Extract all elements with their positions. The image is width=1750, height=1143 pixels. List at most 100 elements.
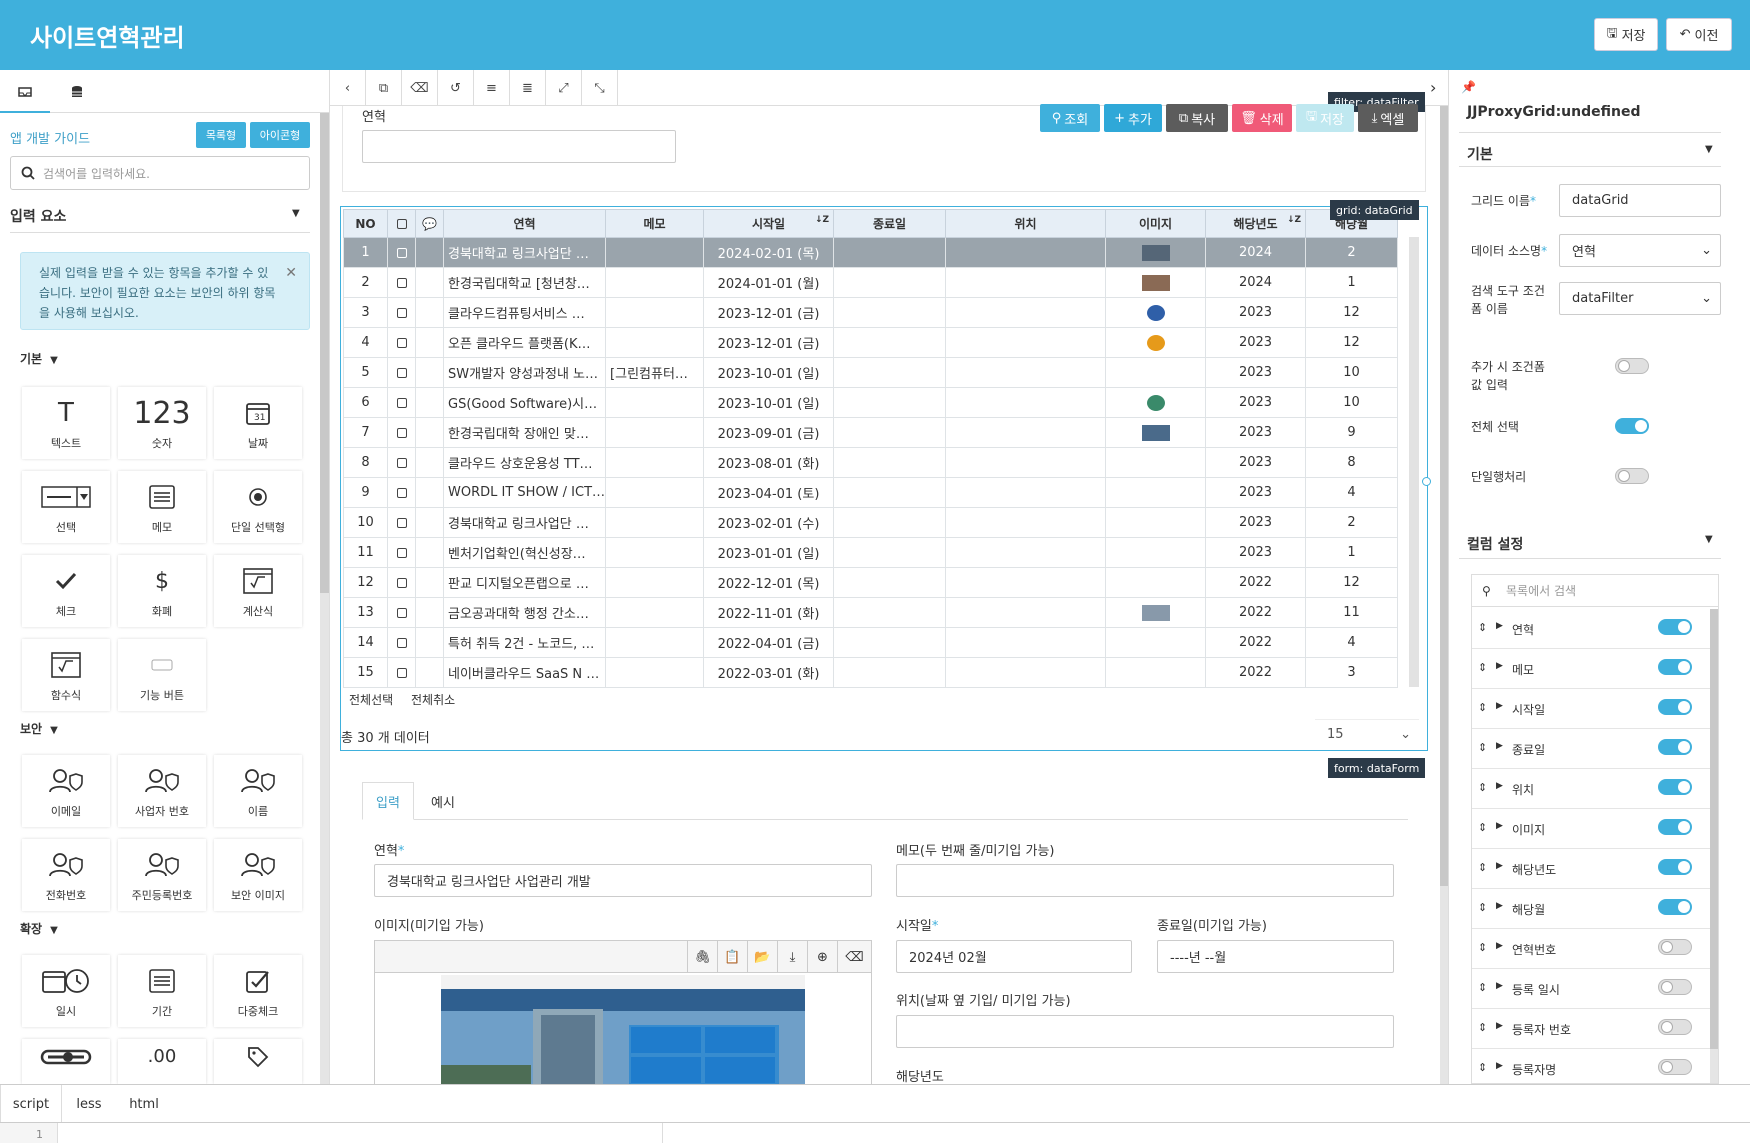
- tile-currency[interactable]: $ 화폐: [118, 555, 206, 627]
- cell-start[interactable]: 2022-11-01 (화): [703, 597, 835, 628]
- cell-image[interactable]: [1105, 297, 1207, 328]
- checkbox[interactable]: [396, 457, 407, 468]
- cell-history[interactable]: 한경국립대학교 [청년창…: [442, 267, 607, 298]
- align-left-icon[interactable]: ≡: [474, 70, 510, 106]
- cell-year[interactable]: 2023: [1205, 297, 1307, 328]
- cell-start[interactable]: 2024-01-01 (월): [703, 267, 835, 298]
- cell-location[interactable]: [945, 597, 1107, 628]
- sort-icon[interactable]: ↓Z: [815, 215, 829, 225]
- compress-icon[interactable]: ⤡: [582, 70, 618, 106]
- cell-memo[interactable]: [그린컴퓨터…: [605, 357, 705, 388]
- cell-comment[interactable]: [415, 657, 444, 688]
- cell-location[interactable]: [945, 387, 1107, 418]
- cell-memo[interactable]: [605, 627, 705, 658]
- checkbox[interactable]: [396, 367, 407, 378]
- cell-comment[interactable]: [415, 477, 444, 508]
- cell-history[interactable]: 판교 디지털오픈랩으로 …: [442, 567, 607, 598]
- column-item[interactable]: ⇕ ▶ 종료일: [1472, 729, 1712, 769]
- column-item[interactable]: ⇕ ▶ 해당년도: [1472, 849, 1712, 889]
- cell-history[interactable]: 경북대학교 링크사업단 …: [442, 507, 607, 538]
- cell-start[interactable]: 2023-10-01 (일): [703, 387, 835, 418]
- cell-year[interactable]: 2023: [1205, 477, 1307, 508]
- cell-no[interactable]: 14: [343, 627, 388, 658]
- cell-check[interactable]: [387, 477, 416, 508]
- col-header-history[interactable]: 연혁: [442, 209, 607, 238]
- cell-start[interactable]: 2022-04-01 (금): [703, 627, 835, 658]
- cell-start[interactable]: 2023-12-01 (금): [703, 327, 835, 358]
- drag-handle-icon[interactable]: ⇕: [1478, 741, 1487, 754]
- cell-location[interactable]: [945, 267, 1107, 298]
- checkbox[interactable]: [396, 577, 407, 588]
- checkbox[interactable]: [396, 487, 407, 498]
- caret-right-icon[interactable]: ▶: [1496, 981, 1503, 991]
- cell-history[interactable]: GS(Good Software)시…: [442, 387, 607, 418]
- col-header-image[interactable]: 이미지: [1105, 209, 1207, 238]
- cell-history[interactable]: 오픈 클라우드 플랫폼(K…: [442, 327, 607, 358]
- column-visible-toggle[interactable]: [1658, 939, 1692, 955]
- cell-check[interactable]: [387, 387, 416, 418]
- cell-comment[interactable]: [415, 237, 444, 268]
- column-item[interactable]: ⇕ ▶ 시작일: [1472, 689, 1712, 729]
- cell-no[interactable]: 7: [343, 417, 388, 448]
- tab-less[interactable]: less: [62, 1085, 116, 1123]
- cell-end[interactable]: [833, 267, 947, 298]
- cell-memo[interactable]: [605, 417, 705, 448]
- column-item[interactable]: ⇕ ▶ 메모: [1472, 649, 1712, 689]
- table-row[interactable]: 10 경북대학교 링크사업단 … 2023-02-01 (수) 2023 2: [343, 507, 1399, 538]
- cell-no[interactable]: 13: [343, 597, 388, 628]
- cell-memo[interactable]: [605, 507, 705, 538]
- cell-start[interactable]: 2023-09-01 (금): [703, 417, 835, 448]
- eraser-icon[interactable]: ⌫: [837, 941, 871, 973]
- location-input[interactable]: [896, 1015, 1394, 1048]
- checkbox[interactable]: [396, 517, 407, 528]
- cell-check[interactable]: [387, 237, 416, 268]
- cell-month[interactable]: 1: [1305, 537, 1399, 568]
- cell-history[interactable]: 한경국립대학 장애인 맞…: [442, 417, 607, 448]
- cell-year[interactable]: 2023: [1205, 537, 1307, 568]
- cell-check[interactable]: [387, 357, 416, 388]
- column-visible-toggle[interactable]: [1658, 779, 1692, 795]
- col-header-start[interactable]: 시작일 ↓Z: [703, 209, 835, 238]
- cell-history[interactable]: 클라우드 상호운용성 TT…: [442, 447, 607, 478]
- column-visible-toggle[interactable]: [1658, 899, 1692, 915]
- pin-icon[interactable]: 📌: [1461, 80, 1476, 94]
- cell-image[interactable]: [1105, 597, 1207, 628]
- icon-view-button[interactable]: 아이콘형: [250, 122, 310, 148]
- table-row[interactable]: 13 금오공과대학 행정 간소… 2022-11-01 (화) 2022 11: [343, 597, 1399, 628]
- cell-image[interactable]: [1105, 267, 1207, 298]
- cell-comment[interactable]: [415, 567, 444, 598]
- table-row[interactable]: 8 클라우드 상호운용성 TT… 2023-08-01 (화) 2023 8: [343, 447, 1399, 478]
- grid-save-button[interactable]: 🖫 저장: [1296, 104, 1354, 132]
- zoom-in-icon[interactable]: ⊕: [807, 941, 837, 973]
- cell-image[interactable]: [1105, 537, 1207, 568]
- cell-history[interactable]: 특허 취득 2건 - 노코드, …: [442, 627, 607, 658]
- col-header-no[interactable]: NO: [343, 209, 388, 238]
- cell-month[interactable]: 2: [1305, 237, 1399, 268]
- tile-radio[interactable]: 단일 선택형: [214, 471, 302, 543]
- cell-history[interactable]: 클라우드컴퓨팅서비스 …: [442, 297, 607, 328]
- single-row-toggle[interactable]: [1615, 468, 1649, 484]
- table-row[interactable]: 3 클라우드컴퓨팅서비스 … 2023-12-01 (금) 2023 12: [343, 297, 1399, 328]
- align-right-icon[interactable]: ≣: [510, 70, 546, 106]
- cell-month[interactable]: 12: [1305, 567, 1399, 598]
- col-header-year[interactable]: 해당년도 ↓Z: [1205, 209, 1307, 238]
- cell-location[interactable]: [945, 657, 1107, 688]
- tile-memo[interactable]: 메모: [118, 471, 206, 543]
- cell-image[interactable]: [1105, 657, 1207, 688]
- cell-check[interactable]: [387, 597, 416, 628]
- cell-comment[interactable]: [415, 597, 444, 628]
- caret-right-icon[interactable]: ▶: [1496, 741, 1503, 751]
- column-visible-toggle[interactable]: [1658, 619, 1692, 635]
- cell-location[interactable]: [945, 507, 1107, 538]
- end-date-input[interactable]: ----년 --월: [1157, 940, 1394, 973]
- checkbox[interactable]: [396, 219, 407, 229]
- cell-start[interactable]: 2022-03-01 (화): [703, 657, 835, 688]
- cell-memo[interactable]: [605, 387, 705, 418]
- add-button[interactable]: + 추가: [1104, 104, 1162, 132]
- cell-memo[interactable]: [605, 267, 705, 298]
- cell-history[interactable]: SW개발자 양성과정내 노…: [442, 357, 607, 388]
- search-button[interactable]: ⚲ 조회: [1040, 104, 1100, 132]
- cell-month[interactable]: 2: [1305, 507, 1399, 538]
- cell-end[interactable]: [833, 567, 947, 598]
- column-item[interactable]: ⇕ ▶ 위치: [1472, 769, 1712, 809]
